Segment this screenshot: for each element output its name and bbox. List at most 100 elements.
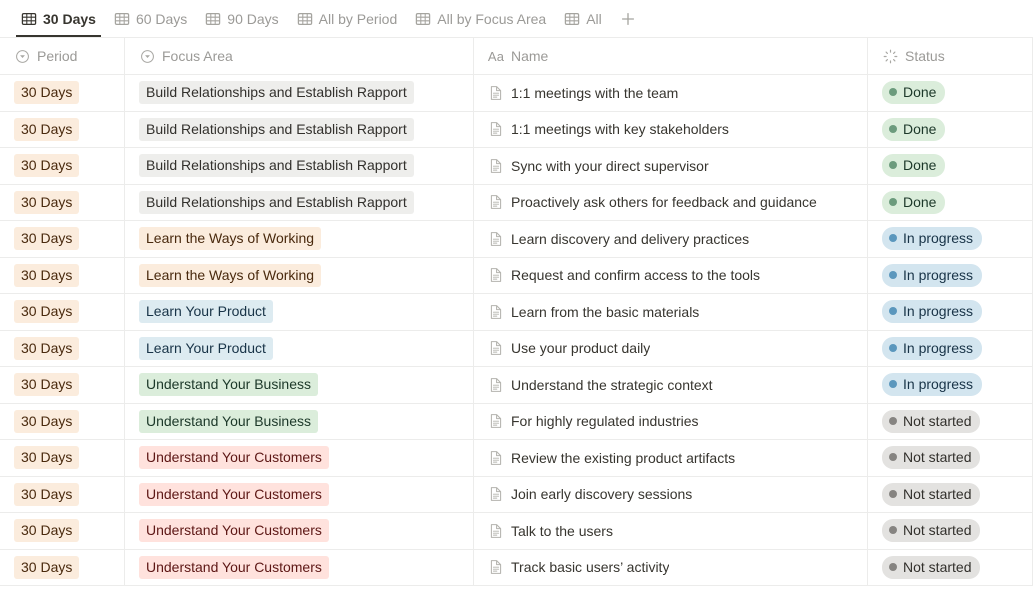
- table-row[interactable]: 30 Days Understand Your Business For highl…: [0, 403, 1033, 440]
- cell-focus-area[interactable]: Build Relationships and Establish Rappor…: [125, 75, 474, 111]
- cell-status[interactable]: In progress: [868, 294, 1033, 330]
- column-header-period[interactable]: Period: [0, 38, 125, 74]
- cell-focus-area[interactable]: Build Relationships and Establish Rappor…: [125, 148, 474, 184]
- cell-period[interactable]: 30 Days: [0, 440, 125, 476]
- cell-status[interactable]: Done: [868, 111, 1033, 147]
- table-row[interactable]: 30 Days Understand Your Business Understan…: [0, 367, 1033, 404]
- table-row[interactable]: 30 Days Build Relationships and Establish…: [0, 184, 1033, 221]
- view-tab-all[interactable]: All: [555, 0, 611, 37]
- cell-name[interactable]: Use your product daily: [474, 330, 868, 366]
- cell-status[interactable]: Not started: [868, 476, 1033, 512]
- cell-name[interactable]: Proactively ask others for feedback and …: [474, 184, 868, 220]
- cell-period[interactable]: 30 Days: [0, 330, 125, 366]
- period-tag: 30 Days: [14, 263, 80, 287]
- cell-status[interactable]: In progress: [868, 367, 1033, 403]
- table-row[interactable]: 30 Days Understand Your Customers Join ear…: [0, 476, 1033, 513]
- page-title-link[interactable]: Talk to the users: [511, 523, 613, 539]
- table-row[interactable]: 30 Days Learn Your Product Use your produc…: [0, 330, 1033, 367]
- table-row[interactable]: 30 Days Understand Your Customers Track ba…: [0, 549, 1033, 586]
- cell-period[interactable]: 30 Days: [0, 403, 125, 439]
- cell-status[interactable]: Done: [868, 75, 1033, 111]
- cell-status[interactable]: In progress: [868, 257, 1033, 293]
- cell-period[interactable]: 30 Days: [0, 294, 125, 330]
- page-title-link[interactable]: 1:1 meetings with the team: [511, 85, 678, 101]
- cell-status[interactable]: In progress: [868, 221, 1033, 257]
- cell-name[interactable]: Review the existing product artifacts: [474, 440, 868, 476]
- cell-status[interactable]: Not started: [868, 440, 1033, 476]
- cell-status[interactable]: Done: [868, 148, 1033, 184]
- page-title-link[interactable]: Proactively ask others for feedback and …: [511, 194, 817, 210]
- view-tab-90-days[interactable]: 90 Days: [196, 0, 287, 37]
- add-view-button[interactable]: [615, 6, 641, 32]
- cell-period[interactable]: 30 Days: [0, 549, 125, 585]
- cell-focus-area[interactable]: Build Relationships and Establish Rappor…: [125, 184, 474, 220]
- status-dot-icon: [889, 270, 897, 279]
- cell-name[interactable]: Track basic users’ activity: [474, 549, 868, 585]
- cell-status[interactable]: Done: [868, 184, 1033, 220]
- cell-status[interactable]: Not started: [868, 513, 1033, 549]
- cell-period[interactable]: 30 Days: [0, 257, 125, 293]
- cell-name[interactable]: Talk to the users: [474, 513, 868, 549]
- table-row[interactable]: 30 Days Build Relationships and Establish…: [0, 148, 1033, 185]
- cell-period[interactable]: 30 Days: [0, 111, 125, 147]
- cell-focus-area[interactable]: Understand Your Customers: [125, 476, 474, 512]
- cell-focus-area[interactable]: Learn Your Product: [125, 294, 474, 330]
- cell-name[interactable]: Understand the strategic context: [474, 367, 868, 403]
- cell-name[interactable]: Sync with your direct supervisor: [474, 148, 868, 184]
- cell-name[interactable]: Learn from the basic materials: [474, 294, 868, 330]
- cell-focus-area[interactable]: Understand Your Customers: [125, 549, 474, 585]
- page-title-link[interactable]: Learn from the basic materials: [511, 304, 699, 320]
- cell-focus-area[interactable]: Learn the Ways of Working: [125, 221, 474, 257]
- cell-period[interactable]: 30 Days: [0, 184, 125, 220]
- cell-period[interactable]: 30 Days: [0, 221, 125, 257]
- column-header-focus-area[interactable]: Focus Area: [125, 38, 474, 74]
- page-title-link[interactable]: Track basic users’ activity: [511, 559, 669, 575]
- cell-period[interactable]: 30 Days: [0, 513, 125, 549]
- column-header-name[interactable]: Aa Name: [474, 38, 868, 74]
- cell-name[interactable]: Join early discovery sessions: [474, 476, 868, 512]
- cell-period[interactable]: 30 Days: [0, 476, 125, 512]
- cell-name[interactable]: 1:1 meetings with key stakeholders: [474, 111, 868, 147]
- cell-focus-area[interactable]: Understand Your Business: [125, 403, 474, 439]
- cell-status[interactable]: Not started: [868, 549, 1033, 585]
- status-badge: Not started: [882, 446, 981, 470]
- cell-period[interactable]: 30 Days: [0, 75, 125, 111]
- cell-focus-area[interactable]: Build Relationships and Establish Rappor…: [125, 111, 474, 147]
- cell-name[interactable]: 1:1 meetings with the team: [474, 75, 868, 111]
- page-icon: [488, 559, 504, 575]
- cell-name[interactable]: For highly regulated industries: [474, 403, 868, 439]
- page-title-link[interactable]: Use your product daily: [511, 340, 650, 356]
- column-header-status[interactable]: Status: [868, 38, 1033, 74]
- cell-name[interactable]: Request and confirm access to the tools: [474, 257, 868, 293]
- status-label: Done: [903, 193, 937, 210]
- cell-focus-area[interactable]: Understand Your Business: [125, 367, 474, 403]
- cell-focus-area[interactable]: Learn Your Product: [125, 330, 474, 366]
- view-tab-all-by-period[interactable]: All by Period: [288, 0, 407, 37]
- cell-focus-area[interactable]: Learn the Ways of Working: [125, 257, 474, 293]
- view-tab-all-by-focus-area[interactable]: All by Focus Area: [406, 0, 555, 37]
- cell-status[interactable]: In progress: [868, 330, 1033, 366]
- cell-status[interactable]: Not started: [868, 403, 1033, 439]
- table-row[interactable]: 30 Days Build Relationships and Establish…: [0, 111, 1033, 148]
- view-tab-30-days[interactable]: 30 Days: [12, 0, 105, 37]
- page-title-link[interactable]: Learn discovery and delivery practices: [511, 231, 749, 247]
- view-tab-60-days[interactable]: 60 Days: [105, 0, 196, 37]
- cell-period[interactable]: 30 Days: [0, 367, 125, 403]
- table-row[interactable]: 30 Days Learn Your Product Learn from the …: [0, 294, 1033, 331]
- table-row[interactable]: 30 Days Learn the Ways of Working Request …: [0, 257, 1033, 294]
- page-title-link[interactable]: For highly regulated industries: [511, 413, 699, 429]
- page-title-link[interactable]: Review the existing product artifacts: [511, 450, 735, 466]
- table-row[interactable]: 30 Days Understand Your Customers Review t…: [0, 440, 1033, 477]
- table-row[interactable]: 30 Days Understand Your Customers Talk to …: [0, 513, 1033, 550]
- page-title-link[interactable]: Request and confirm access to the tools: [511, 267, 760, 283]
- table-row[interactable]: 30 Days Build Relationships and Establish…: [0, 75, 1033, 112]
- page-title-link[interactable]: Join early discovery sessions: [511, 486, 692, 502]
- cell-focus-area[interactable]: Understand Your Customers: [125, 513, 474, 549]
- page-title-link[interactable]: Understand the strategic context: [511, 377, 713, 393]
- cell-name[interactable]: Learn discovery and delivery practices: [474, 221, 868, 257]
- page-title-link[interactable]: 1:1 meetings with key stakeholders: [511, 121, 729, 137]
- page-title-link[interactable]: Sync with your direct supervisor: [511, 158, 709, 174]
- table-row[interactable]: 30 Days Learn the Ways of Working Learn di…: [0, 221, 1033, 258]
- cell-focus-area[interactable]: Understand Your Customers: [125, 440, 474, 476]
- cell-period[interactable]: 30 Days: [0, 148, 125, 184]
